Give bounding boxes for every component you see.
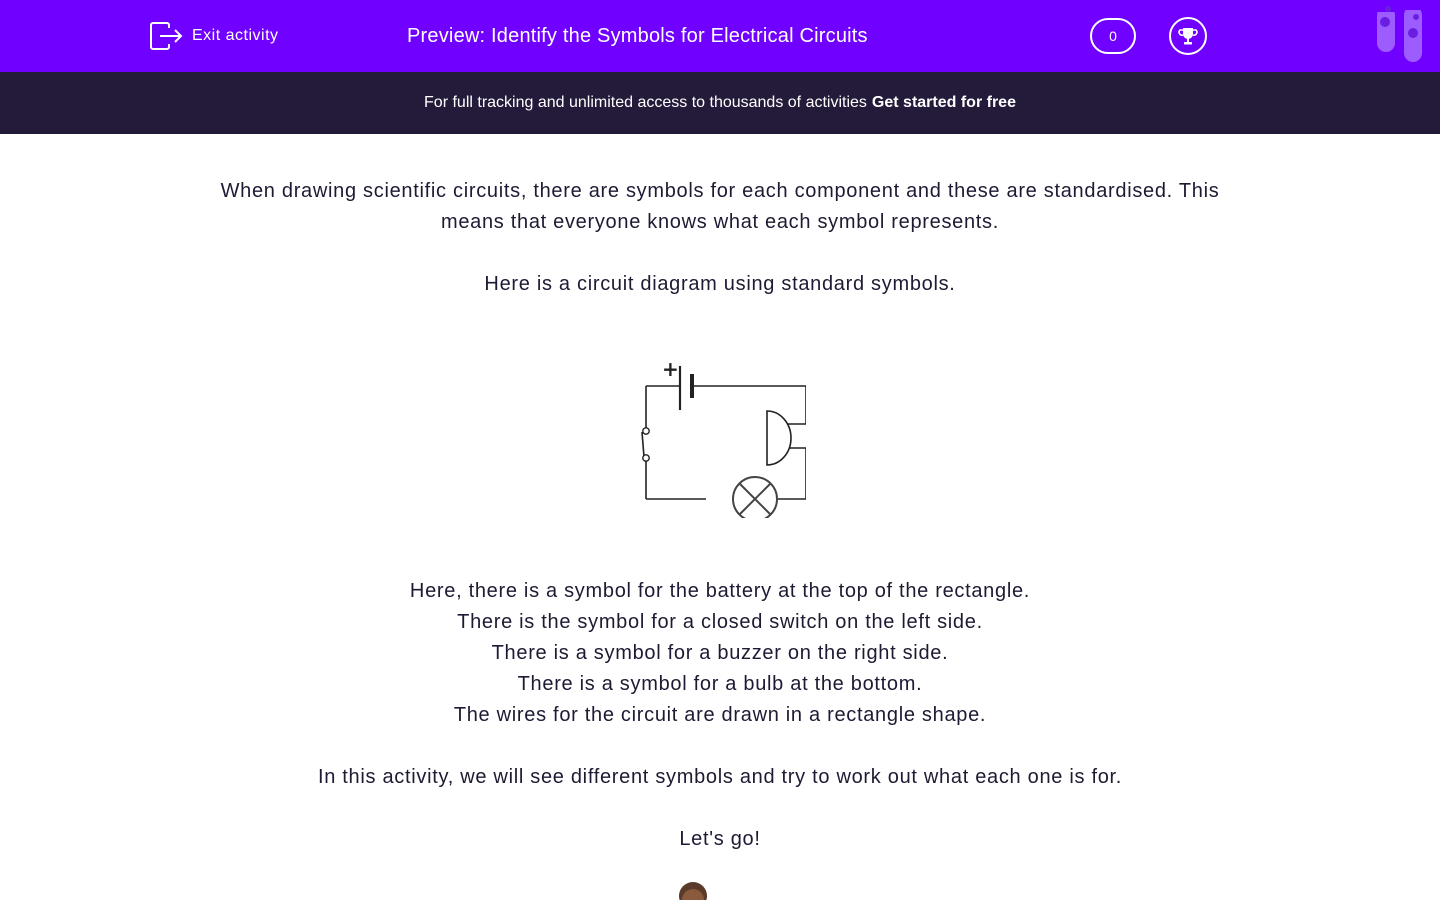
activity-intro: When drawing scientific circuits, there … [140,176,1300,855]
avatar [679,882,707,900]
intro-line-1: When drawing scientific circuits, there … [220,180,1220,202]
page-title: Preview: Identify the Symbols for Electr… [407,25,868,47]
bulb-symbol [732,476,778,518]
top-bar: Exit activity Preview: Identify the Symb… [0,0,1440,72]
explanation-line: The wires for the circuit are drawn in a… [453,704,987,726]
battery-plus-sign: + [662,357,679,381]
exit-activity-button[interactable]: Exit activity [149,22,279,50]
diagram-intro: Here is a circuit diagram using standard… [484,273,956,295]
explanation-line: There is a symbol for a bulb at the bott… [517,673,923,695]
exit-activity-label: Exit activity [192,27,279,44]
lets-go-text: Let's go! [679,828,761,850]
get-started-link[interactable]: Get started for free [872,94,1016,112]
exit-icon [150,22,183,50]
score-badge: 0 [1090,18,1136,54]
explanation-line: There is the symbol for a closed switch … [457,611,983,633]
circuit-diagram-image: + [641,357,806,518]
activity-note: In this activity, we will see different … [317,766,1123,788]
trophy-button[interactable] [1169,17,1207,55]
intro-line-2: means that everyone knows what each symb… [440,211,1000,233]
circuit-diagram: + [140,300,1300,576]
battery-symbol: + [662,357,694,410]
explanation-line: Here, there is a symbol for the battery … [409,580,1031,602]
signup-banner: For full tracking and unlimited access t… [0,72,1440,134]
banner-text: For full tracking and unlimited access t… [424,94,867,111]
test-tubes-icon [1377,0,1422,62]
explanation-line: There is a symbol for a buzzer on the ri… [491,642,949,664]
trophy-icon [1178,28,1198,45]
buzzer-symbol [766,410,792,466]
